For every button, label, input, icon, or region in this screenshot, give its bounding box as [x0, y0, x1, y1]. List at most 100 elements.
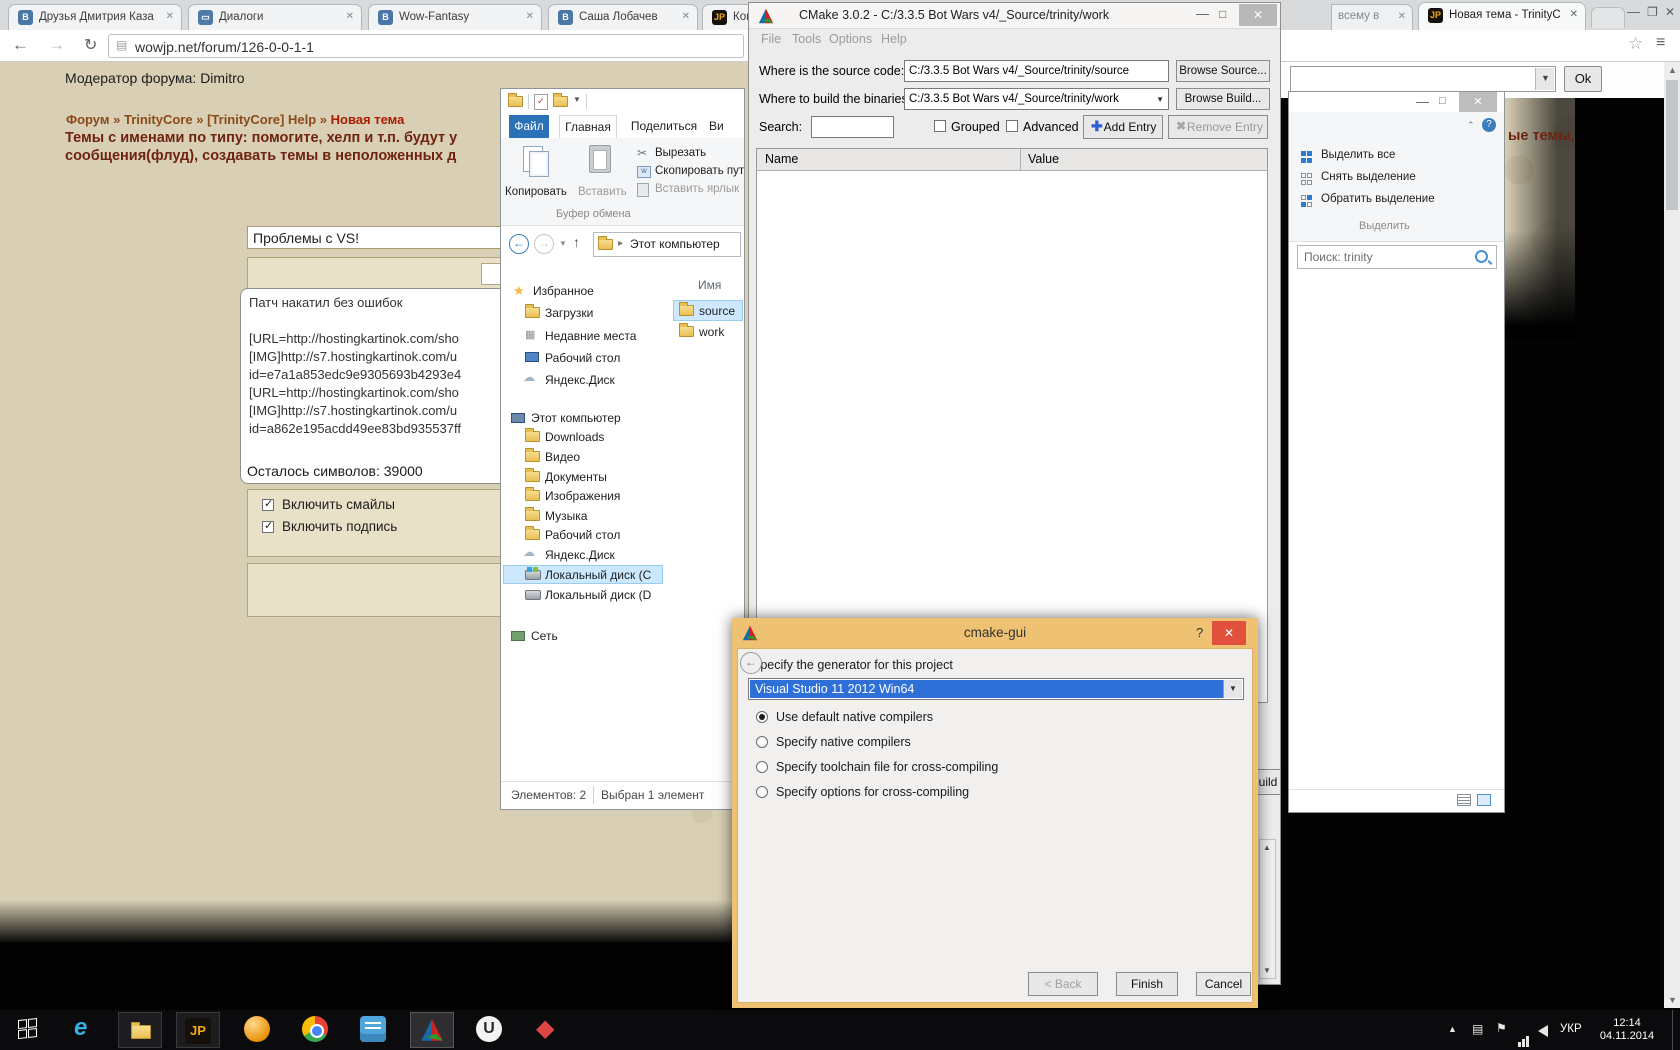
generator-combo[interactable]: Visual Studio 11 2012 Win64 ▼: [748, 678, 1244, 700]
paste-shortcut-button[interactable]: Вставить ярлык: [637, 182, 741, 198]
sidebar-item-desktop[interactable]: Рабочий стол: [545, 351, 620, 365]
search-icon[interactable]: [1475, 250, 1488, 263]
output-scrollbar[interactable]: ▲ ▼: [1259, 839, 1276, 979]
tab-file[interactable]: Файл: [509, 115, 549, 138]
help-button[interactable]: ?: [1482, 118, 1496, 132]
minimize-icon[interactable]: —: [1627, 4, 1640, 19]
qat-folder-icon[interactable]: [508, 93, 523, 107]
menu-file[interactable]: File: [761, 32, 781, 46]
menu-help[interactable]: Help: [881, 32, 907, 46]
browser1-tab-4[interactable]: B Саша Лобачев ✕: [548, 4, 698, 30]
sidebar-item-yandex[interactable]: Яндекс.Диск: [545, 373, 615, 387]
browser2-new-tab-stub[interactable]: [1591, 7, 1625, 28]
show-desktop-button[interactable]: [1672, 1010, 1680, 1050]
forward-icon[interactable]: →: [48, 35, 65, 55]
sidebar-item-video[interactable]: Видео: [545, 450, 580, 464]
scroll-down-icon[interactable]: ▼: [1668, 995, 1677, 1005]
select-arrow-button[interactable]: ▼: [1535, 68, 1554, 90]
taskbar-item-chrome[interactable]: [294, 1012, 338, 1048]
cmake-titlebar[interactable]: CMake 3.0.2 - C:/3.3.5 Bot Wars v4/_Sour…: [749, 3, 1280, 29]
sidebar-item-recent[interactable]: Недавние места: [545, 329, 636, 343]
recent-dropdown-icon[interactable]: ▼: [559, 239, 567, 248]
sidebar-item-thispc[interactable]: Этот компьютер: [531, 411, 621, 425]
taskbar-item-gem[interactable]: ◆: [526, 1012, 570, 1048]
taskbar-item-ie[interactable]: e: [64, 1012, 108, 1048]
tab-share[interactable]: Поделиться: [629, 115, 699, 138]
sidebar-item-downloads[interactable]: Downloads: [545, 430, 604, 444]
network-icon[interactable]: [1518, 1034, 1529, 1050]
search-value[interactable]: Поиск: trinity: [1304, 250, 1373, 264]
start-button[interactable]: [14, 1018, 54, 1042]
sidebar-item-documents[interactable]: Документы: [545, 470, 607, 484]
cut-button[interactable]: ✂ Вырезать: [637, 146, 741, 162]
hidden-icons-icon[interactable]: ▲: [1448, 1024, 1457, 1034]
build-path-combo[interactable]: C:/3.3.5 Bot Wars v4/_Source/trinity/wor…: [904, 88, 1169, 110]
column-header-name[interactable]: Имя: [698, 278, 721, 292]
invert-selection-button[interactable]: Обратить выделение: [1301, 192, 1497, 210]
cmake-search-input[interactable]: [811, 116, 894, 138]
volume-icon[interactable]: [1538, 1025, 1548, 1037]
menu-options[interactable]: Options: [829, 32, 872, 46]
sidebar-item-pictures[interactable]: Изображения: [545, 489, 620, 503]
message-textarea[interactable]: Патч накатил без ошибок [URL=http://host…: [240, 288, 540, 484]
reload-icon[interactable]: ↻: [84, 35, 97, 55]
maximize-icon[interactable]: □: [1439, 95, 1446, 107]
radio-native-compilers[interactable]: [756, 736, 768, 748]
select-none-button[interactable]: Снять выделение: [1301, 170, 1497, 188]
scroll-up-icon[interactable]: ▲: [1668, 65, 1677, 75]
finish-button[interactable]: Finish: [1116, 972, 1178, 996]
remove-entry-button[interactable]: ✖ Remove Entry: [1168, 115, 1268, 139]
action-center-icon[interactable]: ▤: [1472, 1022, 1483, 1036]
up-icon[interactable]: ↑: [573, 234, 580, 250]
grouped-checkbox[interactable]: [934, 120, 946, 132]
browser1-tab-3[interactable]: B Wow-Fantasy ✕: [368, 4, 542, 30]
qat-dropdown-icon[interactable]: ▼: [573, 95, 581, 104]
qat-newfolder-icon[interactable]: [553, 93, 568, 107]
radio-label[interactable]: Specify native compilers: [776, 735, 911, 749]
close-button[interactable]: ✕: [1459, 92, 1497, 112]
language-indicator[interactable]: УКР: [1560, 1023, 1582, 1035]
breadcrumb-cat-link[interactable]: TrinityCore: [124, 112, 193, 127]
sidebar-item-music[interactable]: Музыка: [545, 509, 587, 523]
taskbar-item-ucoz[interactable]: U: [468, 1012, 512, 1048]
tab-view[interactable]: Ви: [709, 115, 744, 138]
dialog-help-button[interactable]: ?: [1196, 625, 1203, 640]
qat-properties-icon[interactable]: ✓: [534, 94, 548, 110]
menu-icon[interactable]: ≡: [1656, 34, 1665, 52]
source-path-field[interactable]: C:/3.3.5 Bot Wars v4/_Source/trinity/sou…: [904, 60, 1169, 82]
topic-title-input[interactable]: Проблемы с VS!: [247, 226, 537, 249]
close-button[interactable]: ✕: [1212, 621, 1246, 645]
bookmark-star-icon[interactable]: ☆: [1628, 34, 1643, 54]
forward-button[interactable]: →: [534, 234, 554, 254]
back-icon[interactable]: ←: [12, 35, 29, 55]
minimize-icon[interactable]: —: [1196, 6, 1209, 21]
sidebar-item-desktop2[interactable]: Рабочий стол: [545, 528, 620, 542]
close-icon[interactable]: ✕: [346, 11, 354, 22]
chevron-down-icon[interactable]: ▼: [1156, 95, 1164, 104]
close-icon[interactable]: ✕: [1570, 9, 1578, 20]
column-value[interactable]: Value: [1028, 152, 1059, 166]
file-work[interactable]: work: [699, 325, 724, 339]
breadcrumb-sub-link[interactable]: [TrinityCore] Help: [207, 112, 316, 127]
details-view-icon[interactable]: [1457, 794, 1471, 806]
taskbar-item-cmake[interactable]: [410, 1012, 454, 1048]
close-icon[interactable]: ✕: [166, 11, 174, 22]
address-bar[interactable]: ▸ Этот компьютер: [593, 232, 741, 257]
url-text[interactable]: wowjp.net/forum/126-0-0-1-1: [135, 39, 314, 55]
combo-arrow-button[interactable]: ▼: [1223, 680, 1242, 698]
taskbar-item-jp[interactable]: JP: [176, 1012, 220, 1048]
close-icon[interactable]: ✕: [682, 11, 690, 22]
sidebar-item-drive-d[interactable]: Локальный диск (D: [545, 588, 651, 602]
browser1-tab-2[interactable]: ▭ Диалоги ✕: [188, 4, 362, 30]
smiles-checkbox[interactable]: ✓: [262, 498, 274, 511]
radio-crosscompile-options[interactable]: [756, 786, 768, 798]
thumbnails-view-icon[interactable]: [1477, 794, 1491, 806]
add-entry-button[interactable]: ✚ Add Entry: [1083, 115, 1163, 139]
file-source[interactable]: source: [699, 304, 735, 318]
radio-label[interactable]: Specify options for cross-compiling: [776, 785, 969, 799]
ok-button[interactable]: Ok: [1564, 66, 1602, 92]
browser2-tab-active[interactable]: JP Новая тема - TrinityC ✕: [1418, 2, 1586, 30]
sidebar-item-yandex2[interactable]: Яндекс.Диск: [545, 548, 615, 562]
radio-toolchain[interactable]: [756, 761, 768, 773]
taskbar-item-amber[interactable]: [236, 1012, 280, 1048]
